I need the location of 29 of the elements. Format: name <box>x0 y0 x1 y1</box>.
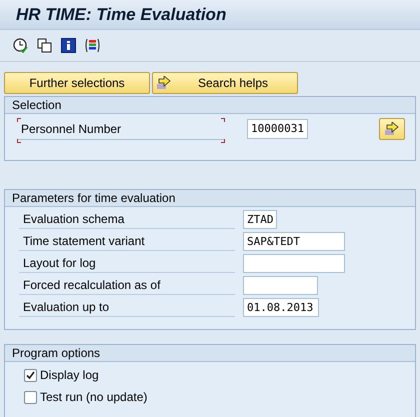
arrow-icon <box>156 76 172 90</box>
input-field[interactable] <box>243 276 318 294</box>
checkbox[interactable] <box>24 390 37 404</box>
arrow-icon <box>384 122 400 136</box>
input-field[interactable]: 10000031 <box>247 119 308 139</box>
field-label: Evaluation up to <box>19 297 235 317</box>
clock-icon[interactable] <box>13 38 28 53</box>
copy-icon[interactable] <box>37 38 52 53</box>
panel-title: Parameters for time evaluation <box>5 190 415 207</box>
window-title: HR TIME: Time Evaluation <box>16 4 226 26</box>
checkbox-label: Test run (no update) <box>40 389 148 406</box>
info-icon[interactable] <box>61 38 76 53</box>
input-field[interactable]: ZTAD <box>243 210 277 228</box>
field-label: Forced recalculation as of <box>19 275 235 295</box>
checkbox[interactable] <box>24 368 37 382</box>
field-label: Time statement variant <box>19 231 235 251</box>
panel-title: Program options <box>5 345 415 362</box>
input-field[interactable] <box>243 254 345 272</box>
toolbar-button[interactable]: Search helps <box>152 72 298 94</box>
field-label: Layout for log <box>19 253 235 273</box>
panel-title: Selection <box>5 97 415 114</box>
input-field[interactable]: SAP&TEDT <box>243 232 345 250</box>
checkbox-label: Display log <box>40 367 99 384</box>
color-bars-icon[interactable] <box>85 38 100 53</box>
arrow-button[interactable] <box>379 118 405 140</box>
field-label: Personnel Number <box>17 118 225 140</box>
input-field[interactable]: 01.08.2013 <box>243 298 319 316</box>
field-label: Evaluation schema <box>19 209 235 229</box>
toolbar-button[interactable]: Further selections <box>4 72 150 94</box>
